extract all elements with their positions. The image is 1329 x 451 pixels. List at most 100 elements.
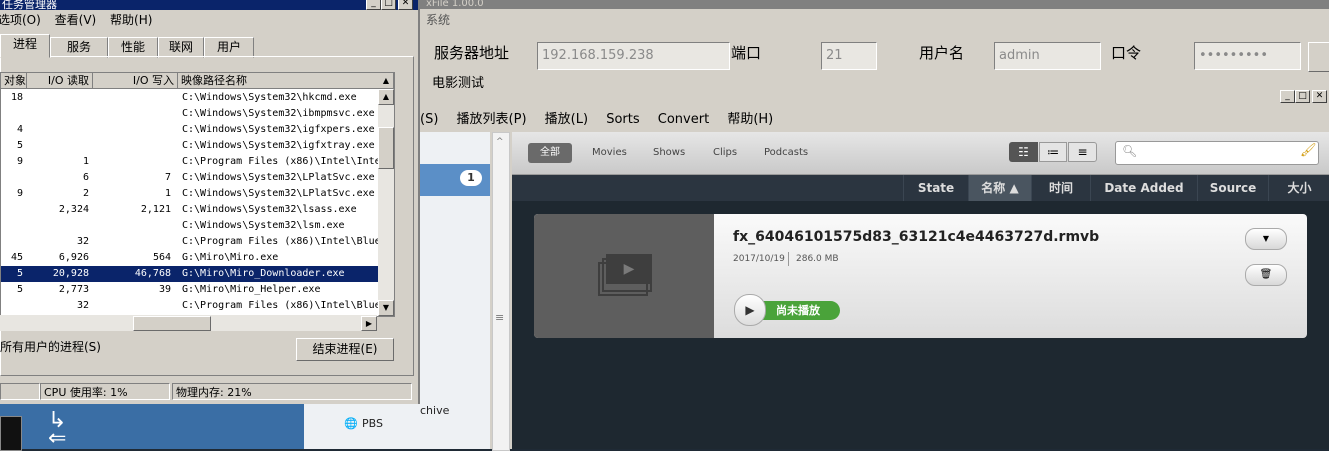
item-menu-chevron-down-icon[interactable]: ▼	[1245, 228, 1287, 250]
filter-all-button[interactable]: 全部	[528, 143, 572, 163]
horizontal-scroll-thumb[interactable]	[133, 316, 211, 331]
normal-view-icon[interactable]: ☷	[1009, 142, 1038, 162]
column-date-added[interactable]: Date Added	[1090, 175, 1197, 201]
scroll-up-arrow-icon[interactable]: ▲	[378, 89, 394, 105]
maximize-button[interactable]: □	[381, 0, 396, 10]
menu-sorts[interactable]: Sorts	[606, 112, 639, 127]
video-date: 2017/10/19	[733, 254, 785, 264]
table-row[interactable]: 18 C:\Windows\System32\hkcmd.exe	[1, 90, 379, 106]
xfile-tab-movie-test[interactable]: 电影测试	[432, 72, 484, 88]
tab-performance[interactable]: 性能	[108, 37, 158, 58]
column-header-objects[interactable]: 对象	[1, 73, 27, 89]
sidebar-item-selected[interactable]: 1	[420, 164, 490, 196]
video-item-card[interactable]: ▶ fx_64046101575d83_63121c4e4463727d.rmv…	[534, 214, 1307, 338]
clear-search-brush-icon[interactable]: 🖌	[1300, 143, 1317, 158]
console-icon[interactable]	[0, 416, 22, 451]
cell-objects: 5	[16, 268, 23, 279]
column-name[interactable]: 名称 ▲	[968, 175, 1031, 201]
vertical-scroll-thumb[interactable]	[378, 127, 394, 169]
filter-movies-button[interactable]: Movies	[592, 143, 627, 163]
sidebar-item-pbs[interactable]: PBS	[362, 417, 383, 430]
task-manager-titlebar[interactable]: 任务管理器 _ □ ✕	[0, 0, 418, 10]
menu-help[interactable]: 帮助(H)	[727, 112, 773, 127]
show-all-users-checkbox[interactable]: 所有用户的进程(S)	[0, 338, 101, 355]
sidebar-scroll-up-icon[interactable]: ^	[496, 137, 504, 147]
scroll-down-arrow-icon[interactable]: ▼	[378, 300, 394, 316]
vertical-scrollbar[interactable]: ▲ ▼	[378, 89, 394, 316]
port-input[interactable]: 21	[821, 42, 877, 70]
sidebar-lower-area: 🌐 PBS	[304, 404, 420, 449]
menu-view[interactable]: 查看(V)	[55, 13, 97, 27]
table-row[interactable]: 2,324 2,121 C:\Windows\System32\lsass.exe	[1, 202, 379, 218]
table-row[interactable]: 5 2,773 39 G:\Miro\Miro_Helper.exe	[1, 282, 379, 298]
compact-view-icon[interactable]: ≔	[1039, 142, 1067, 162]
menu-options[interactable]: 选项(O)	[0, 13, 41, 27]
column-source[interactable]: Source	[1197, 175, 1268, 201]
miro-close-button[interactable]: ✕	[1312, 90, 1327, 103]
menu-sidebar[interactable]: (S)	[420, 112, 438, 127]
end-process-button[interactable]: 结束进程(E)	[296, 338, 394, 361]
cell-io-read: 6,926	[58, 252, 89, 263]
miro-minimize-button[interactable]: _	[1280, 90, 1295, 103]
video-placeholder-icon: ▶	[606, 254, 652, 284]
minimize-button[interactable]: _	[366, 0, 381, 10]
server-address-input[interactable]: 192.168.159.238	[537, 42, 730, 70]
splitter-grip-icon[interactable]: ≡	[495, 311, 504, 324]
scroll-right-arrow-icon[interactable]: ▶	[361, 316, 377, 331]
miro-maximize-button[interactable]: □	[1295, 90, 1310, 103]
video-title[interactable]: fx_64046101575d83_63121c4e4463727d.rmvb	[733, 229, 1099, 245]
password-input[interactable]: •••••••••	[1194, 42, 1301, 70]
xfile-titlebar[interactable]: xFile 1.00.0	[420, 0, 1329, 9]
cell-image-path: C:\Windows\System32\igfxtray.exe	[182, 140, 375, 151]
column-header-io-read[interactable]: I/O 读取	[27, 73, 93, 89]
sidebar-item-archive[interactable]: chive	[420, 404, 449, 417]
menu-convert[interactable]: Convert	[658, 112, 709, 127]
cell-objects: 45	[10, 252, 23, 263]
sidebar-scrollbar[interactable]: ^ ≡	[492, 132, 510, 451]
table-row[interactable]: 9 2 1 C:\Windows\System32\LPlatSvc.exe	[1, 186, 379, 202]
cell-io-write: 1	[164, 188, 171, 199]
miro-titlebar[interactable]: _ □ ✕	[420, 88, 1329, 108]
tab-networking[interactable]: 联网	[158, 37, 204, 58]
filter-podcasts-button[interactable]: Podcasts	[764, 143, 808, 163]
desktop-background: ↳ ⇐	[0, 404, 304, 451]
tab-users[interactable]: 用户	[204, 37, 254, 58]
table-row[interactable]: 6 7 C:\Windows\System32\LPlatSvc.exe	[1, 170, 379, 186]
table-row[interactable]: 5 C:\Windows\System32\igfxtray.exe	[1, 138, 379, 154]
filter-clips-button[interactable]: Clips	[713, 143, 737, 163]
tab-processes[interactable]: 进程	[0, 34, 50, 58]
video-thumbnail[interactable]: ▶	[534, 214, 714, 338]
table-row[interactable]: 32 C:\Program Files (x86)\Intel\Blue	[1, 298, 381, 314]
close-button[interactable]: ✕	[398, 0, 413, 10]
shortcut-arrows-icon[interactable]: ↳ ⇐	[48, 410, 88, 450]
delete-trash-icon[interactable]: 🗑	[1245, 264, 1287, 286]
menu-playback[interactable]: 播放(L)	[545, 112, 588, 127]
table-row[interactable]: C:\Windows\System32\ibmpmsvc.exe	[1, 106, 379, 122]
cell-io-read: 32	[76, 236, 89, 247]
menu-help[interactable]: 帮助(H)	[110, 13, 152, 27]
table-row[interactable]: 5 20,928 46,768 G:\Miro\Miro_Downloader.exe	[1, 266, 379, 282]
table-row[interactable]: 32 C:\Program Files (x86)\Intel\Blue	[1, 234, 381, 250]
cell-image-path: C:\Windows\System32\lsm.exe	[182, 220, 345, 231]
cell-io-read: 32	[76, 300, 89, 311]
username-input[interactable]: admin	[994, 42, 1101, 70]
column-size[interactable]: 大小	[1268, 175, 1329, 201]
xfile-menu-system[interactable]: 系统	[426, 11, 450, 28]
table-row[interactable]: 9 1 C:\Program Files (x86)\Intel\Inte	[1, 154, 381, 170]
table-row[interactable]: C:\Windows\System32\lsm.exe	[1, 218, 379, 234]
menu-playlists[interactable]: 播放列表(P)	[457, 112, 527, 127]
connect-button[interactable]	[1308, 42, 1329, 72]
column-state[interactable]: State	[903, 175, 968, 201]
table-row[interactable]: 4 C:\Windows\System32\igfxpers.exe	[1, 122, 379, 138]
filter-shows-button[interactable]: Shows	[653, 143, 685, 163]
play-button[interactable]: ▶	[734, 294, 766, 326]
search-input[interactable]: 🔍︎ 🖌	[1115, 141, 1319, 165]
list-view-icon[interactable]: ≡	[1068, 142, 1097, 162]
table-row[interactable]: 45 6,926 564 G:\Miro\Miro.exe	[1, 250, 379, 266]
column-header-io-write[interactable]: I/O 写入	[93, 73, 178, 89]
tab-services[interactable]: 服务	[50, 37, 108, 58]
column-time[interactable]: 时间	[1031, 175, 1090, 201]
column-header-image-path[interactable]: 映像路径名称 ▲	[178, 73, 394, 89]
task-manager-menubar: 选项(O) 查看(V) 帮助(H)	[0, 10, 418, 30]
horizontal-scrollbar[interactable]: ▶	[0, 315, 377, 331]
